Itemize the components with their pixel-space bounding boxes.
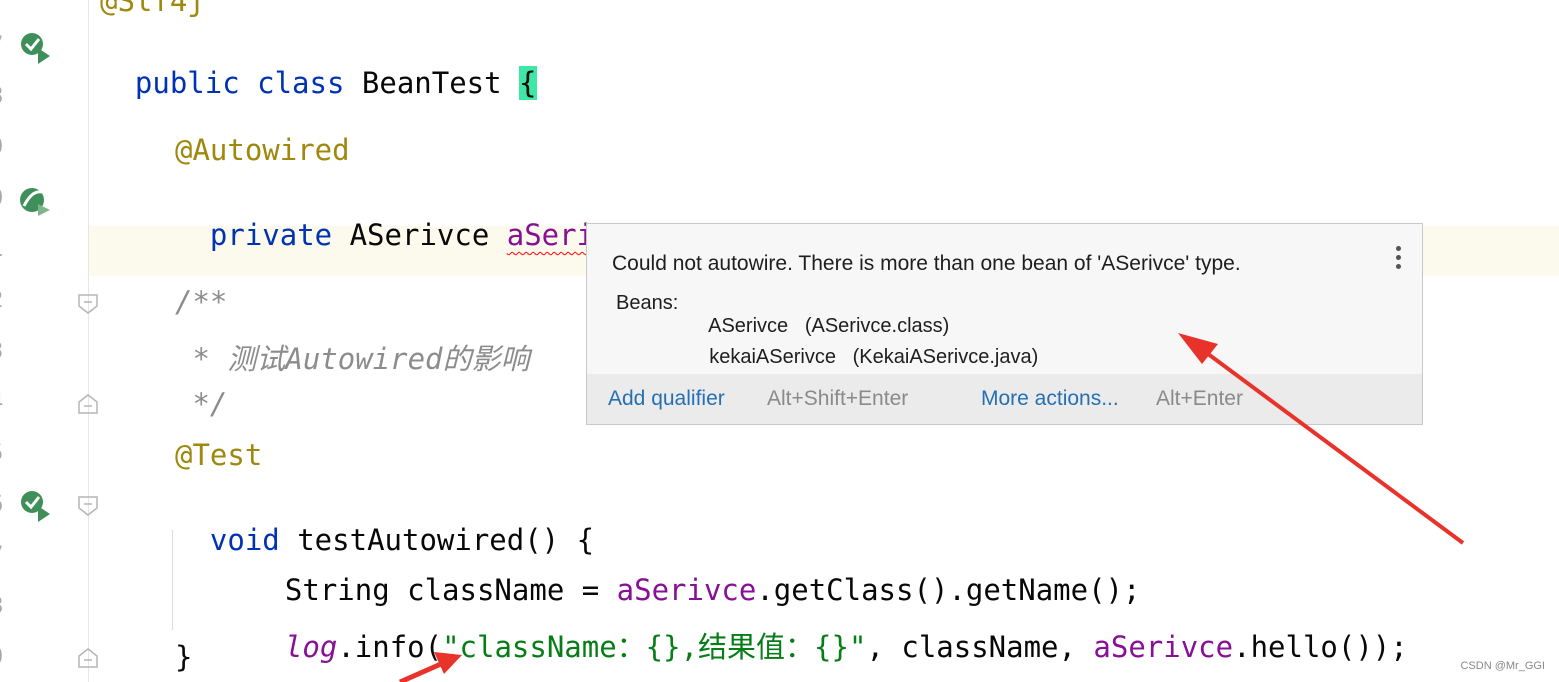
fold-icon[interactable] [76, 292, 100, 316]
indent-guide [172, 530, 173, 630]
more-actions-link[interactable]: More actions... [981, 387, 1119, 411]
bean-source: (KekaiASerivce.java) [852, 346, 1039, 368]
arguments: , className, [866, 630, 1094, 664]
error-message: Could not autowire. There is more than o… [612, 252, 1241, 275]
bean-navigate-icon[interactable] [18, 184, 54, 218]
line-number: 6 [0, 492, 6, 517]
fold-icon[interactable] [76, 392, 100, 416]
method-call-end: .hello()); [1233, 630, 1408, 664]
line-number: 8 [0, 594, 6, 619]
keyword: private [209, 218, 333, 252]
line-number: 1 [0, 237, 6, 262]
keyword: public class [134, 66, 345, 100]
code-comment-start[interactable]: /** [175, 285, 227, 319]
fold-icon[interactable] [76, 494, 100, 518]
class-name: BeanTest [344, 66, 520, 100]
add-qualifier-link[interactable]: Add qualifier [608, 387, 725, 411]
line-number: 3 [0, 339, 6, 364]
watermark: CSDN @Mr_GGI [1460, 660, 1545, 672]
line-number: 0 [0, 186, 6, 211]
popup-action-bar: Add qualifier Alt+Shift+Enter More actio… [587, 374, 1422, 424]
code-line-class-decl[interactable]: public class BeanTest { [100, 32, 537, 100]
line-number: 7 [0, 33, 6, 58]
brace-highlight: { [519, 66, 537, 100]
code-line-log[interactable]: log.info("className：{},结果值：{}", classNam… [250, 590, 1408, 666]
inspection-popup: Could not autowire. There is more than o… [586, 223, 1423, 425]
bean-name: kekaiASerivce [709, 346, 836, 368]
code-comment-end[interactable]: */ [175, 387, 227, 421]
line-number: 2 [0, 288, 6, 313]
code-comment-body[interactable]: * 测试Autowired的影响 [175, 336, 529, 378]
type-name: ASerivce [332, 218, 507, 252]
string-literal: "className：{},结果值：{}" [442, 630, 867, 664]
code-annotation-test[interactable]: @Test [175, 438, 262, 472]
line-number: 8 [0, 84, 6, 109]
line-number: 5 [0, 441, 6, 466]
gutter-divider [88, 0, 89, 682]
line-number: 7 [0, 543, 6, 568]
more-options-icon[interactable] [1396, 246, 1402, 273]
log-variable: log [284, 630, 338, 664]
line-number: 9 [0, 645, 6, 670]
fold-icon[interactable] [76, 646, 100, 670]
run-test-icon[interactable] [18, 488, 54, 522]
line-number: 9 [0, 135, 6, 160]
run-test-icon[interactable] [18, 30, 54, 64]
field-reference: aSerivce [1093, 630, 1234, 664]
code-closing-brace[interactable]: } [175, 640, 192, 674]
more-actions-shortcut: Alt+Enter [1156, 387, 1243, 410]
code-annotation-slf4j[interactable]: @Slf4j [100, 0, 205, 18]
method-call: .info( [337, 630, 443, 664]
code-annotation-autowired[interactable]: @Autowired [175, 133, 350, 167]
editor-gutter [0, 0, 88, 682]
beans-label: Beans: [616, 292, 679, 314]
line-number: 4 [0, 390, 6, 415]
add-qualifier-shortcut: Alt+Shift+Enter [767, 387, 909, 410]
